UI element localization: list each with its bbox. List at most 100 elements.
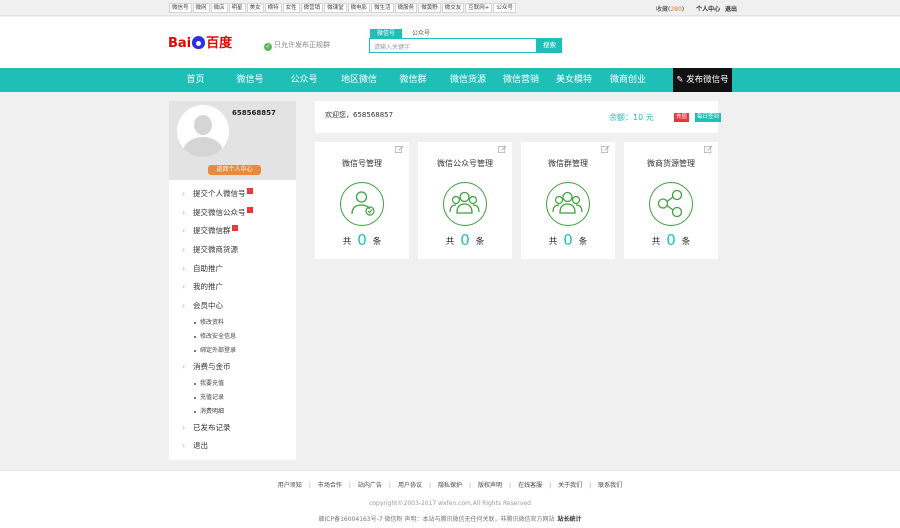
sidebar-item[interactable]: 退出 <box>169 437 296 456</box>
footer-link[interactable]: 关于我们 <box>558 482 582 489</box>
top-link[interactable]: 女性 <box>282 3 300 13</box>
card-title: 微商货源管理 <box>647 159 695 168</box>
baidu-logo[interactable]: Bai 百度 <box>168 32 232 51</box>
charge-button[interactable]: 充值 <box>674 113 690 122</box>
nav-groups[interactable]: 微信群 <box>393 68 433 92</box>
footer-link[interactable]: 联系我们 <box>598 482 622 489</box>
footer-link[interactable]: 站内广告 <box>358 482 382 489</box>
avatar <box>177 105 229 157</box>
user-group-icon <box>443 182 487 226</box>
sidebar-item[interactable]: 提交微信公众号· <box>169 204 296 223</box>
edit-icon[interactable] <box>498 145 507 154</box>
top-user-area: 收藏(280) 个人中心 退出 <box>656 4 737 13</box>
footer-link[interactable]: 用户协议 <box>398 482 422 489</box>
sidebar-item-label: 退出 <box>193 441 208 451</box>
top-link[interactable]: 微电影 <box>347 3 371 13</box>
card-count: 共0条 <box>342 231 382 249</box>
footer-link[interactable]: 用户须知 <box>278 482 302 489</box>
top-link[interactable]: 互联网+ <box>465 3 493 13</box>
edit-icon[interactable] <box>704 145 713 154</box>
paw-icon <box>192 36 206 49</box>
top-link[interactable]: 微营销 <box>300 3 324 13</box>
sidebar-item[interactable]: 我的推广 <box>169 278 296 297</box>
check-circle-icon: ✓ <box>264 43 272 51</box>
sidebar-subitem[interactable]: 充值记录 <box>169 391 296 405</box>
search-button[interactable]: 搜索 <box>537 38 562 53</box>
top-link[interactable]: 微交友 <box>441 3 465 13</box>
sidebar-subitem[interactable]: 修改安全信息 <box>169 330 296 344</box>
sidebar-item[interactable]: 消费与金币 <box>169 358 296 377</box>
footer-link[interactable]: 市场合作 <box>318 482 342 489</box>
top-link[interactable]: 美女 <box>246 3 264 13</box>
sidebar-item[interactable]: 已发布记录 <box>169 419 296 438</box>
nav-marketing[interactable]: 微信营销 <box>497 68 545 92</box>
pencil-icon: ✎ <box>676 75 687 85</box>
welcome-text: 欢迎您，658568857 <box>325 111 394 119</box>
top-link[interactable]: 明星 <box>228 3 246 13</box>
search-tab-official[interactable]: 公众号 <box>405 29 437 38</box>
footer: 用户须知 | 市场合作 | 站内广告 | 用户协议 | 隐私保护 | 版权声明 | 在线客服 | 关于我们 |… <box>0 470 900 528</box>
sidebar-subitem[interactable]: 绑定外部登录 <box>169 344 296 358</box>
beian-info: 赣ICP备16004163号-7 微信粉 声明：本站与腾讯微信无任何关联，非腾讯… <box>318 516 582 523</box>
footer-separator: | <box>509 482 512 489</box>
collect-link[interactable]: 收藏(280) <box>656 6 684 13</box>
card-count: 共0条 <box>445 231 485 249</box>
card-title: 微信号管理 <box>342 159 382 168</box>
top-link[interactable]: 微服务 <box>394 3 418 13</box>
share-nodes-icon <box>649 182 693 226</box>
nav-official[interactable]: 公众号 <box>284 68 324 92</box>
sidebar-item[interactable]: 会员中心 <box>169 297 296 316</box>
top-link[interactable]: 微生活 <box>371 3 394 13</box>
back-to-center-button[interactable]: 返回个人中心 <box>208 165 261 175</box>
nav-home[interactable]: 首页 <box>177 68 214 92</box>
top-link[interactable]: 公众号 <box>493 3 516 13</box>
user-id: 658568857 <box>232 109 276 117</box>
count-value: 0 <box>357 231 367 249</box>
manage-card[interactable]: 微信公众号管理共 0 条 <box>418 142 512 259</box>
collect-count: 280 <box>670 6 682 13</box>
logout-link[interactable]: 退出 <box>725 6 737 13</box>
profile-panel: 658568857 返回个人中心 <box>169 101 296 180</box>
sidebar: 658568857 返回个人中心 提交个人微信号·提交微信公众号·提交微信群·提… <box>169 101 296 460</box>
footer-link[interactable]: 隐私保护 <box>438 482 462 489</box>
header: Bai 百度 ✓ 只允许发布正规群 微信号 公众号 请输入关键字 搜索 <box>0 17 900 68</box>
stats-link[interactable]: 站长统计 <box>557 516 581 523</box>
sidebar-item-label: 提交微信群 <box>193 226 231 236</box>
nav-region[interactable]: 地区微信 <box>335 68 383 92</box>
publish-button[interactable]: ✎ 发布微信号 <box>673 68 732 92</box>
top-link[interactable]: 微黄野 <box>418 3 441 13</box>
nav-supply[interactable]: 微信货源 <box>444 68 492 92</box>
footer-link[interactable]: 在线客服 <box>518 482 542 489</box>
sidebar-item-label: 提交微信公众号 <box>193 207 246 217</box>
manage-card[interactable]: 微信号管理共 0 条 <box>315 142 409 259</box>
top-link[interactable]: 微课堂 <box>324 3 347 13</box>
daily-signin-button[interactable]: 每日签到 <box>695 113 722 122</box>
sidebar-item[interactable]: 提交微信群· <box>169 222 296 241</box>
sidebar-item[interactable]: 自助推广 <box>169 260 296 279</box>
nav-wechat-id[interactable]: 微信号 <box>230 68 270 92</box>
manage-card[interactable]: 微商货源管理共 0 条 <box>624 142 718 259</box>
footer-links: 用户须知 | 市场合作 | 站内广告 | 用户协议 | 隐私保护 | 版权声明 | 在线客服 | 关于我们 |… <box>0 480 900 489</box>
welcome-panel: 欢迎您，658568857 余额：10 元 充值 每日签到 <box>315 101 722 133</box>
nav-startup[interactable]: 微商创业 <box>604 68 652 92</box>
top-link[interactable]: 微店 <box>210 3 228 13</box>
edit-icon[interactable] <box>395 145 404 154</box>
search-input[interactable]: 请输入关键字 <box>369 38 537 53</box>
nav-models[interactable]: 美女模特 <box>550 68 598 92</box>
footer-separator: | <box>388 482 391 489</box>
footer-separator: | <box>589 482 592 489</box>
card-count: 共0条 <box>548 231 588 249</box>
top-link[interactable]: 微信号 <box>169 3 192 13</box>
footer-link[interactable]: 版权声明 <box>478 482 502 489</box>
sidebar-item[interactable]: 提交个人微信号· <box>169 185 296 204</box>
top-link[interactable]: 横特 <box>264 3 282 13</box>
sidebar-subitem[interactable]: 我要充值 <box>169 377 296 391</box>
sidebar-subitem[interactable]: 消费明细 <box>169 405 296 419</box>
manage-card[interactable]: 微信群管理共 0 条 <box>521 142 615 259</box>
user-center-link[interactable]: 个人中心 <box>696 6 720 13</box>
top-link[interactable]: 微网 <box>192 3 210 13</box>
sidebar-item[interactable]: 提交微商货源 <box>169 241 296 260</box>
edit-icon[interactable] <box>601 145 610 154</box>
search-tab-wechat[interactable]: 微信号 <box>370 29 403 38</box>
sidebar-subitem[interactable]: 修改资料 <box>169 316 296 330</box>
